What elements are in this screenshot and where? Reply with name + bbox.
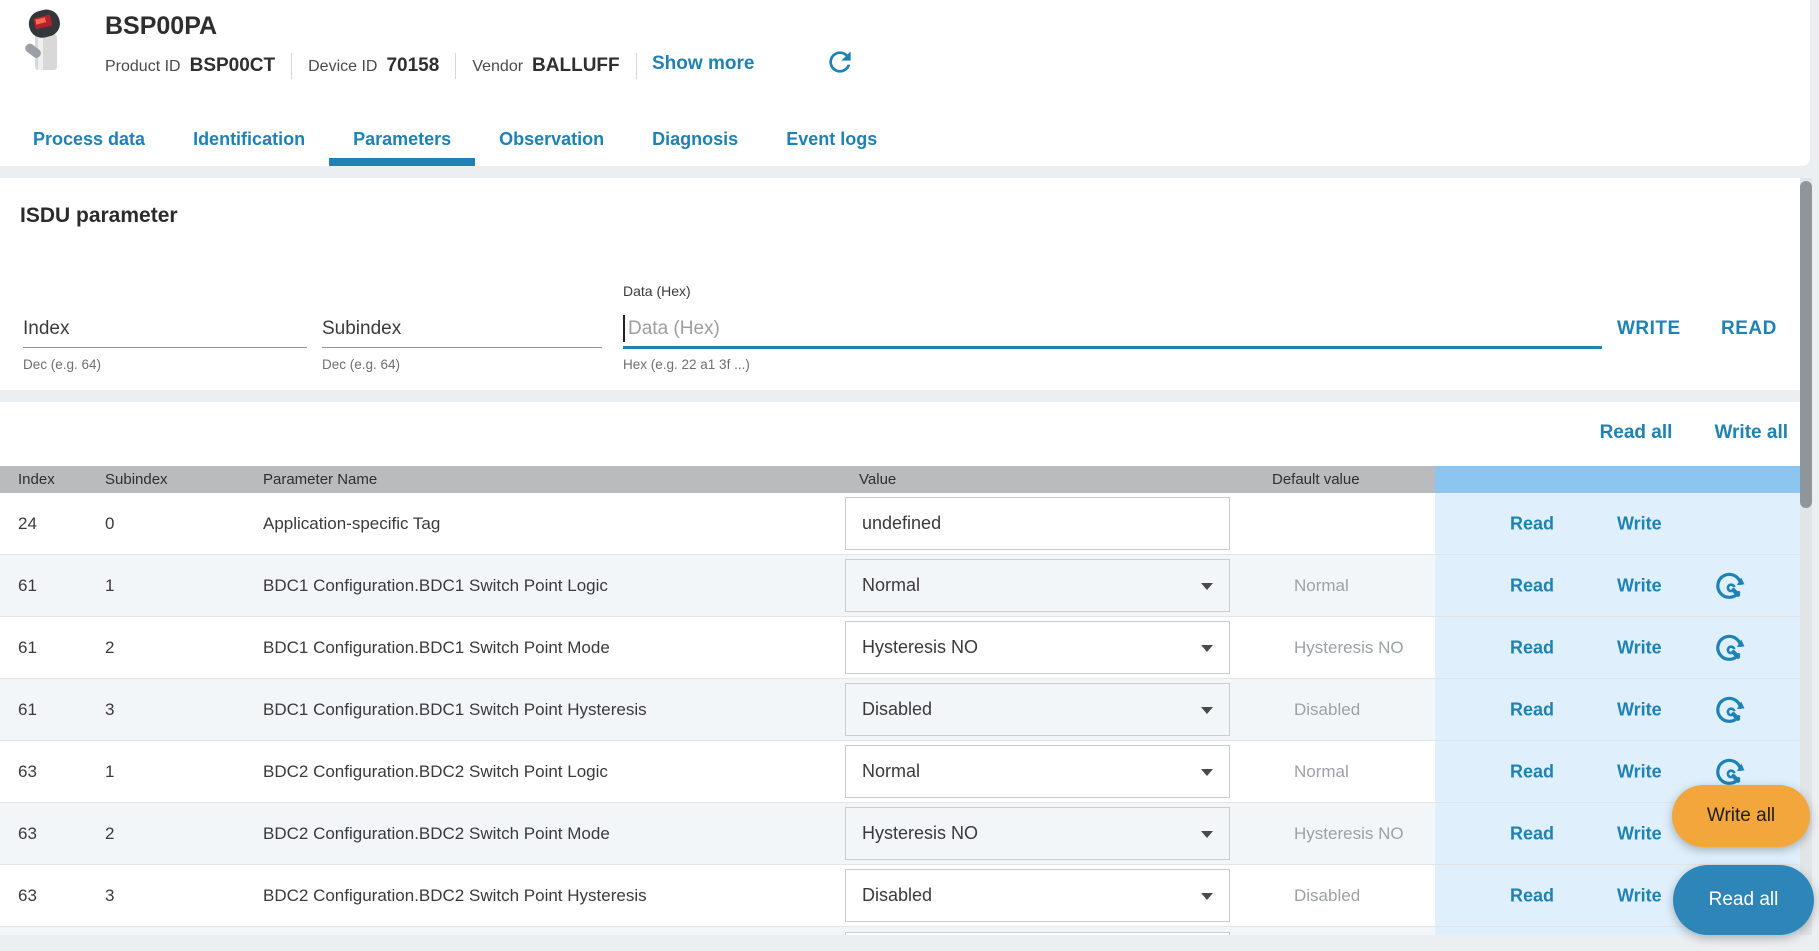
data-hex-placeholder: Data (Hex) [628, 318, 720, 340]
scrollbar-thumb[interactable] [1800, 181, 1812, 508]
data-hex-hint: Hex (e.g. 22 a1 3f ...) [623, 357, 750, 372]
tab-active-indicator [329, 158, 475, 166]
restore-default-icon[interactable] [1713, 632, 1745, 664]
row-write-button[interactable]: Write [1617, 885, 1662, 906]
row-write-button[interactable]: Write [1617, 637, 1662, 658]
table-row-partial [0, 927, 1800, 935]
row-write-button[interactable]: Write [1617, 575, 1662, 596]
meta-product-id: Product ID BSP00CT [105, 55, 275, 77]
value-dropdown[interactable]: Hysteresis NO [845, 807, 1230, 860]
tab-parameters[interactable]: Parameters [329, 112, 475, 166]
tab-identification[interactable]: Identification [169, 112, 329, 166]
read-all-fab[interactable]: Read all [1673, 865, 1814, 935]
row-read-button[interactable]: Read [1510, 637, 1554, 658]
isdu-heading: ISDU parameter [20, 204, 178, 228]
chevron-down-icon [1201, 583, 1213, 590]
table-row: 61 1 BDC1 Configuration.BDC1 Switch Poin… [0, 555, 1800, 617]
show-more-link[interactable]: Show more [652, 53, 754, 75]
bulk-actions: Read all Write all [1600, 422, 1788, 444]
data-hex-label: Data (Hex) [623, 283, 691, 299]
row-write-button[interactable]: Write [1617, 513, 1662, 534]
value-dropdown[interactable] [845, 932, 1230, 935]
parameter-table-card: Read all Write all Index Subindex Parame… [0, 402, 1810, 935]
row-write-button[interactable]: Write [1617, 699, 1662, 720]
restore-default-icon[interactable] [1713, 694, 1745, 726]
device-meta: Product ID BSP00CT Device ID 70158 Vendo… [105, 52, 637, 80]
device-header: BSP00PA Product ID BSP00CT Device ID 701… [0, 0, 1810, 166]
write-all-fab[interactable]: Write all [1672, 785, 1810, 847]
isdu-write-button[interactable]: WRITE [1617, 318, 1681, 340]
device-parameter-page: BSP00PA Product ID BSP00CT Device ID 701… [0, 0, 1819, 951]
row-read-button[interactable]: Read [1510, 761, 1554, 782]
value-dropdown[interactable]: Normal [845, 745, 1230, 798]
tab-diagnosis[interactable]: Diagnosis [628, 112, 762, 166]
device-photo [21, 8, 69, 72]
input-underline [322, 347, 602, 348]
row-write-button[interactable]: Write [1617, 823, 1662, 844]
divider [291, 53, 292, 79]
chevron-down-icon [1201, 893, 1213, 900]
data-hex-input[interactable]: Data (Hex) Hex (e.g. 22 a1 3f ...) [623, 316, 1602, 378]
isdu-read-button[interactable]: READ [1721, 318, 1777, 340]
table-row: 24 0 Application-specific Tag undefined … [0, 493, 1800, 555]
row-read-button[interactable]: Read [1510, 513, 1554, 534]
value-dropdown[interactable]: Hysteresis NO [845, 621, 1230, 674]
value-dropdown[interactable]: Disabled [845, 869, 1230, 922]
index-input[interactable]: Index Dec (e.g. 64) [23, 316, 307, 378]
table-body: 24 0 Application-specific Tag undefined … [0, 493, 1800, 935]
refresh-icon[interactable] [824, 46, 856, 78]
table-row: 61 3 BDC1 Configuration.BDC1 Switch Poin… [0, 679, 1800, 741]
index-hint: Dec (e.g. 64) [23, 357, 101, 372]
row-read-button[interactable]: Read [1510, 699, 1554, 720]
row-action-cell: Read Write [1435, 679, 1800, 740]
chevron-down-icon [1201, 831, 1213, 838]
row-action-cell: Read Write [1435, 555, 1800, 616]
meta-device-id: Device ID 70158 [308, 55, 439, 77]
table-header: Index Subindex Parameter Name Value Defa… [0, 466, 1800, 493]
text-caret [623, 315, 625, 342]
action-column-header [1435, 466, 1800, 493]
isdu-parameter-card: ISDU parameter Index Dec (e.g. 64) Subin… [0, 178, 1810, 390]
table-row: 61 2 BDC1 Configuration.BDC1 Switch Poin… [0, 617, 1800, 679]
row-write-button[interactable]: Write [1617, 761, 1662, 782]
subindex-hint: Dec (e.g. 64) [322, 357, 400, 372]
value-dropdown[interactable]: Disabled [845, 683, 1230, 736]
value-dropdown[interactable]: Normal [845, 559, 1230, 612]
restore-default-icon[interactable] [1713, 756, 1745, 788]
tab-event-logs[interactable]: Event logs [762, 112, 901, 166]
meta-vendor: Vendor BALLUFF [472, 55, 619, 77]
chevron-down-icon [1201, 707, 1213, 714]
restore-default-icon[interactable] [1713, 570, 1745, 602]
input-underline-focused [623, 346, 1602, 349]
divider [455, 53, 456, 79]
read-all-link[interactable]: Read all [1600, 422, 1673, 444]
row-action-cell: Read Write [1435, 617, 1800, 678]
row-read-button[interactable]: Read [1510, 575, 1554, 596]
input-underline [23, 347, 307, 348]
chevron-down-icon [1201, 645, 1213, 652]
table-row: 63 3 BDC2 Configuration.BDC2 Switch Poin… [0, 865, 1800, 927]
row-action-cell: Read Write [1435, 493, 1800, 554]
value-text-input[interactable]: undefined [845, 497, 1230, 550]
row-read-button[interactable]: Read [1510, 885, 1554, 906]
tab-process-data[interactable]: Process data [9, 112, 169, 166]
row-read-button[interactable]: Read [1510, 823, 1554, 844]
chevron-down-icon [1201, 769, 1213, 776]
subindex-input[interactable]: Subindex Dec (e.g. 64) [322, 316, 602, 378]
divider [636, 53, 637, 79]
device-title: BSP00PA [105, 12, 217, 41]
table-row: 63 1 BDC2 Configuration.BDC2 Switch Poin… [0, 741, 1800, 803]
table-row: 63 2 BDC2 Configuration.BDC2 Switch Poin… [0, 803, 1800, 865]
tab-observation[interactable]: Observation [475, 112, 628, 166]
tab-bar: Process data Identification Parameters O… [9, 112, 901, 166]
write-all-link[interactable]: Write all [1714, 422, 1788, 444]
